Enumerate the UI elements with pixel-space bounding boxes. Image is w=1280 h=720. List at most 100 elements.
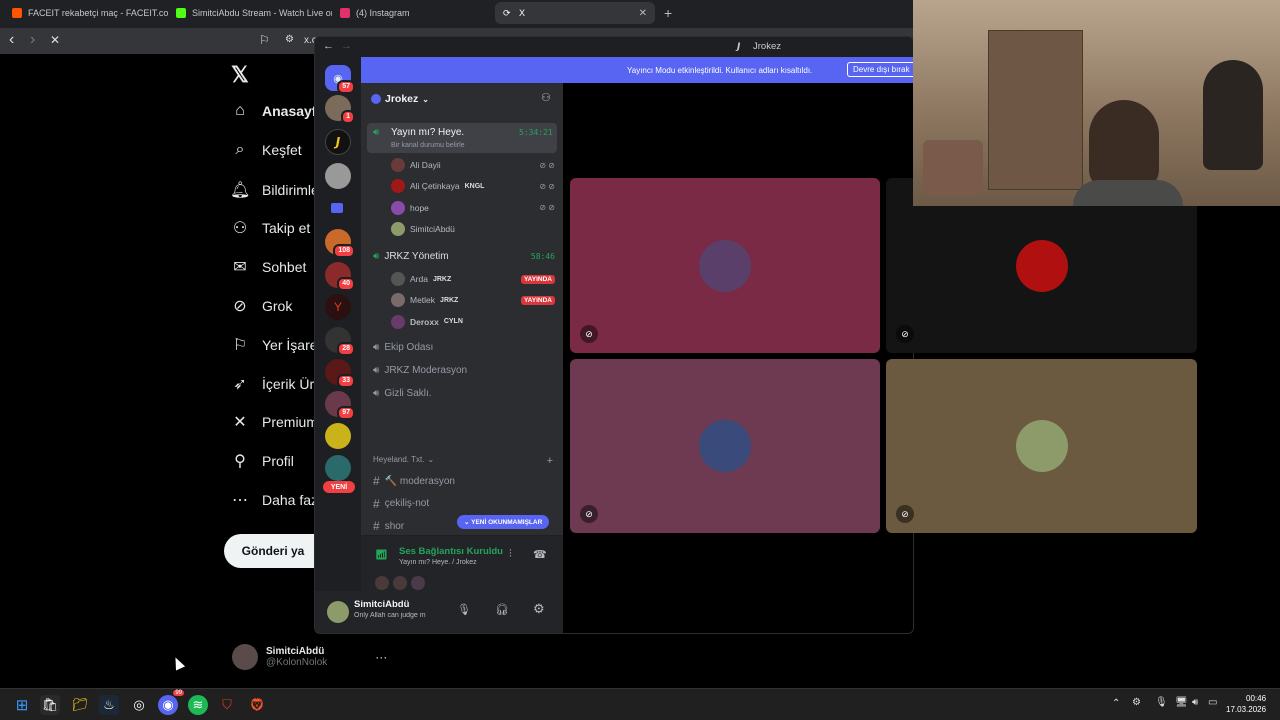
noise-suppression-icon[interactable]: ⫶ <box>509 548 512 561</box>
signal-icon[interactable]: 📶︎ <box>375 550 388 561</box>
server-icon[interactable] <box>325 423 351 449</box>
brave-icon[interactable]: 🦁︎ <box>247 695 267 715</box>
text-channel[interactable]: # shor <box>373 519 404 533</box>
discord-taskbar-icon[interactable]: ◉ 99 <box>158 690 184 715</box>
server-icon[interactable]: 33 <box>325 359 355 388</box>
server-icon[interactable]: 97 <box>325 391 355 420</box>
faceit-anticheat-icon[interactable]: ⛉ <box>217 695 237 715</box>
forward-icon[interactable]: › <box>30 31 35 49</box>
battery-icon[interactable]: ▭ <box>1208 697 1217 708</box>
x-nav-label: İçerik Üre <box>262 375 322 392</box>
dm-avatar[interactable]: 1 <box>325 95 355 124</box>
member-name: Arda <box>410 274 428 284</box>
voice-channel[interactable]: 🔊︎ Gizli Saklı. <box>373 388 432 399</box>
channel-category[interactable]: Heyeland. Txt. ⌄ + <box>373 455 553 467</box>
more-icon[interactable]: ··· <box>375 650 387 664</box>
server-icon[interactable]: 40 <box>325 262 355 291</box>
text-channel[interactable]: # 🔨 moderasyon <box>373 474 455 488</box>
channel-status[interactable]: Bir kanal durumu belirle <box>391 142 465 149</box>
x-nav-item[interactable]: ⌂ Anasayfa <box>230 102 324 120</box>
voice-member[interactable]: Deroxx CYLN <box>391 314 555 329</box>
text-channel[interactable]: # çekiliş-not <box>373 497 429 511</box>
folder-icon[interactable] <box>331 203 343 213</box>
badge: 33 <box>337 374 355 388</box>
obs-icon[interactable]: ◎ <box>129 695 149 715</box>
x-nav-item[interactable]: ⌕ Keşfet <box>230 141 302 159</box>
voice-member[interactable]: Arda JRKZ YAYINDA <box>391 272 555 286</box>
server-icon[interactable]: Y <box>325 294 351 320</box>
new-unreads-pill[interactable]: ⌄ YENİ OKUNMAMIŞLAR <box>457 515 550 529</box>
back-icon[interactable]: ‹ <box>9 31 14 49</box>
clock[interactable]: 00:46 17.03.2026 <box>1226 693 1266 715</box>
badge: 28 <box>337 342 355 356</box>
video-tile[interactable]: ⊘ <box>570 359 880 533</box>
server-jrokez-icon[interactable]: 𝙅 <box>325 129 351 155</box>
muted-user-icon[interactable] <box>411 576 425 590</box>
tray-app-icon[interactable]: ⚙ <box>1132 697 1141 708</box>
browser-tab[interactable]: SimitciAbdu Stream - Watch Live on <box>168 2 332 24</box>
x-nav-item[interactable]: ⋯ Daha faz <box>230 490 318 510</box>
steam-icon[interactable]: ♨ <box>99 695 119 715</box>
browser-tab[interactable]: (4) Instagram <box>332 2 496 24</box>
server-icon[interactable]: 108 <box>325 229 355 258</box>
new-tab-button[interactable]: + <box>664 5 672 21</box>
microphone-icon[interactable]: 🎙︎ <box>1155 697 1168 708</box>
microphone-icon[interactable]: 🎙︎ <box>457 603 471 616</box>
x-nav-item[interactable]: ⚇ Takip et <box>230 218 310 238</box>
video-tile[interactable]: ⊘ <box>886 359 1197 533</box>
badge: 108 <box>333 244 355 258</box>
avatar[interactable] <box>327 601 349 623</box>
settings-gear-icon[interactable]: ⚙ <box>533 601 545 617</box>
voice-member[interactable]: hope ⊘ ⊘ <box>391 200 555 215</box>
browser-tab-active[interactable]: ⟳ X ✕ <box>495 2 655 24</box>
browser-tab[interactable]: FACEIT rekabetçi maç - FACEIT.com <box>4 2 168 24</box>
server-icon[interactable] <box>325 163 351 189</box>
disable-streamer-mode-button[interactable]: Devre dışı bırak <box>847 62 913 77</box>
back-icon[interactable]: ← <box>323 40 334 52</box>
server-icon[interactable] <box>325 455 351 481</box>
voice-member[interactable]: Ali Dayii ⊘ ⊘ <box>391 158 555 172</box>
stop-loading-icon[interactable]: ✕ <box>50 33 60 47</box>
voice-member[interactable]: Metlek JRKZ YAYINDA <box>391 293 555 308</box>
x-account-switcher[interactable]: SimitciAbdü @KolonNolok ··· <box>232 644 387 670</box>
headphones-icon[interactable]: 🎧︎ <box>495 603 509 616</box>
x-nav-item[interactable]: ⚐ Yer İşaret <box>230 335 322 355</box>
store-icon[interactable]: 🛍︎ <box>40 695 60 715</box>
windows-start-icon[interactable]: ⊞ <box>12 695 32 715</box>
x-nav-item[interactable]: ➶ İçerik Üre <box>230 374 322 394</box>
x-nav-item[interactable]: ⊘ Grok <box>230 296 292 316</box>
new-servers-pill[interactable]: YENİ <box>323 481 355 493</box>
x-nav-item[interactable]: ✉ Sohbet <box>230 257 306 277</box>
bookmark-page-icon[interactable]: ⚐ <box>259 33 270 47</box>
forward-icon[interactable]: → <box>341 40 352 52</box>
volume-icon[interactable]: 🔊︎ <box>1192 697 1198 708</box>
file-explorer-icon[interactable]: 📁︎ <box>70 695 90 715</box>
voice-channel[interactable]: 🔊︎ JRKZ Moderasyon <box>373 365 467 376</box>
voice-member[interactable]: Ali Çetinkaya KNGL ⊘ ⊘ <box>391 179 555 194</box>
close-tab-icon[interactable]: ✕ <box>639 8 647 19</box>
network-icon[interactable]: 🖥︎ <box>1175 697 1188 708</box>
server-icon[interactable]: 28 <box>325 327 355 356</box>
voice-channel[interactable]: 🔊︎ Ekip Odası <box>373 342 433 353</box>
avatar <box>391 200 405 215</box>
discord-home-icon[interactable]: ◉ 57 <box>325 65 355 94</box>
create-channel-icon[interactable]: + <box>547 455 553 467</box>
voice-channel[interactable]: 🔊︎ JRKZ Yönetim 58:46 <box>373 251 555 262</box>
speaker-icon: 🔊︎ <box>373 342 380 353</box>
muted-user-icon[interactable] <box>375 576 389 590</box>
server-header[interactable]: Jrokez ⌄ <box>371 93 429 105</box>
spotify-icon[interactable]: ≋ <box>188 695 208 715</box>
voice-location[interactable]: Yayın mı? Heye. / Jrokez <box>399 559 477 566</box>
x-nav-item[interactable]: ⚲ Profil <box>230 451 294 471</box>
voice-channel-active[interactable]: 🔊︎ Yayın mı? Heye. 5:34:21 Bir kanal dur… <box>367 123 557 153</box>
chevron-up-icon[interactable]: ⌃ <box>1112 698 1120 709</box>
voice-member[interactable]: SimitciAbdü <box>391 221 555 236</box>
muted-user-icon[interactable] <box>393 576 407 590</box>
video-tile[interactable]: ⊘ <box>570 178 880 353</box>
disconnect-icon[interactable]: ☎ <box>533 548 547 561</box>
x-nav-item[interactable]: 🔔︎ Bildirimler <box>230 180 323 200</box>
x-logo[interactable]: 𝕏 <box>231 62 249 88</box>
invite-people-icon[interactable]: ⚇ <box>541 91 551 104</box>
site-info-icon[interactable]: ⚙ <box>285 34 294 45</box>
x-nav-item[interactable]: ✕ Premium <box>230 412 318 432</box>
